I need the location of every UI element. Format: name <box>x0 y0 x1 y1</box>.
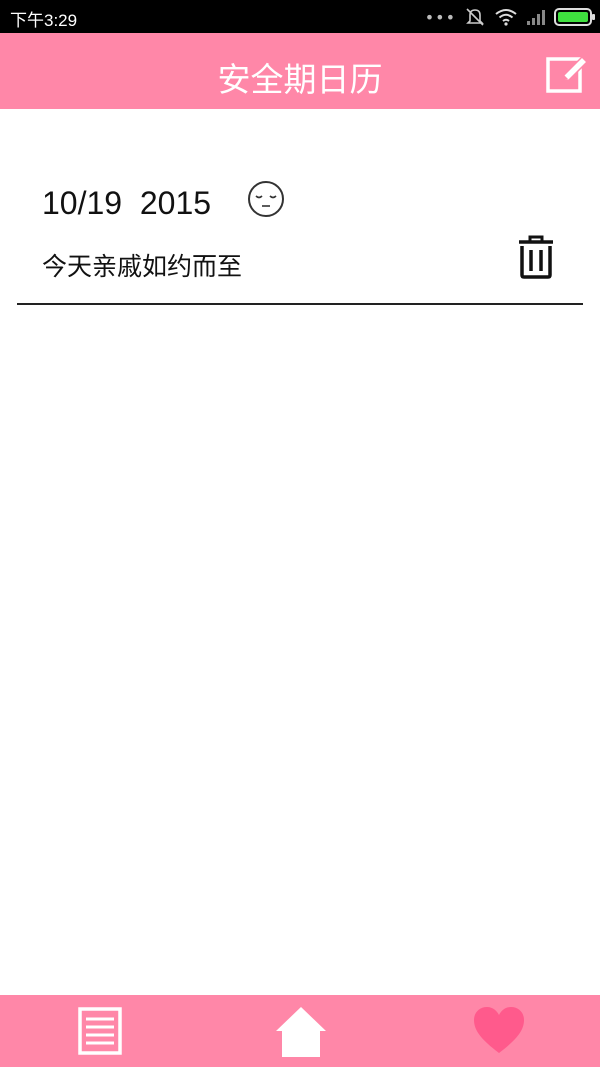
notification-dots-icon: ••• <box>424 7 456 27</box>
nav-home-button[interactable] <box>274 1005 328 1057</box>
list-icon <box>78 1007 122 1055</box>
battery-icon <box>554 8 595 26</box>
entry-note: 今天亲戚如约而至 <box>42 252 243 281</box>
app-header: 安全期日历 <box>0 33 600 109</box>
page-title: 安全期日历 <box>217 60 383 99</box>
sleepy-face-icon <box>248 181 284 217</box>
diary-list: 10/19 2015 今天亲戚如约而至 <box>0 109 600 995</box>
edit-icon <box>546 55 589 93</box>
signal-icon <box>527 10 545 25</box>
heart-icon <box>474 1007 524 1053</box>
nav-heart-button[interactable] <box>472 1005 526 1057</box>
trash-icon <box>519 235 553 279</box>
wifi-icon <box>495 9 517 26</box>
home-icon <box>276 1007 326 1057</box>
battery-fill <box>558 12 588 22</box>
status-time: 下午3:29 <box>10 11 78 30</box>
edit-button[interactable] <box>544 51 590 97</box>
status-icons: ••• <box>424 6 595 28</box>
bottom-nav <box>0 995 600 1067</box>
delete-button[interactable] <box>517 235 555 279</box>
mute-icon <box>466 8 484 26</box>
diary-entry[interactable]: 10/19 2015 今天亲戚如约而至 <box>17 169 583 305</box>
entry-date: 10/19 2015 <box>42 185 212 221</box>
nav-list-button[interactable] <box>74 1005 128 1057</box>
status-bar: 下午3:29 ••• <box>0 0 600 33</box>
